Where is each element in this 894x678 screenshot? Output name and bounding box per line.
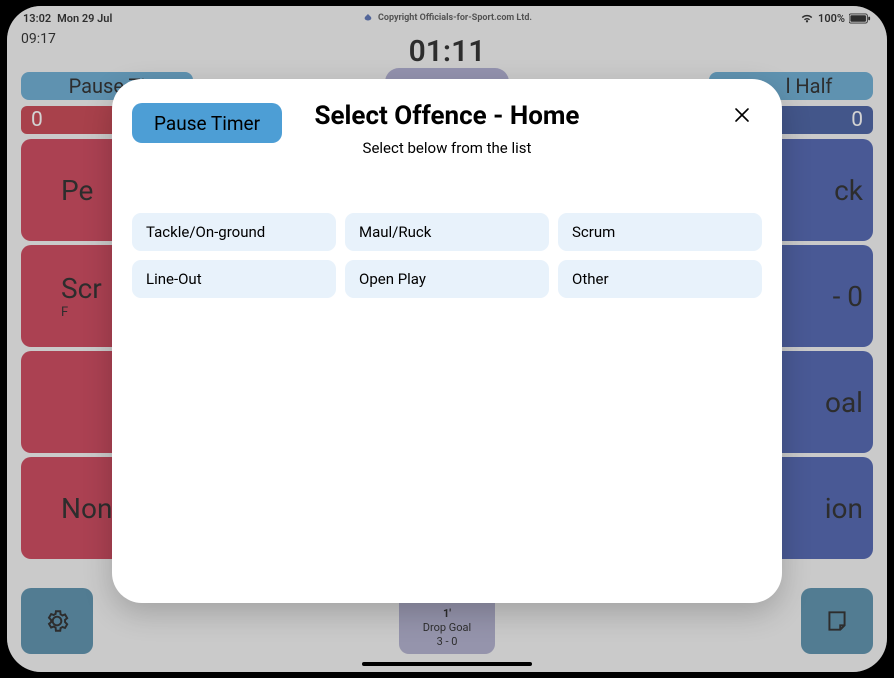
home-indicator[interactable]	[362, 662, 532, 666]
gear-icon	[44, 608, 70, 634]
secondary-clock: 09:17	[21, 31, 56, 47]
status-date: Mon 29 Jul	[57, 12, 112, 25]
last-event-minute: 1'	[443, 607, 451, 621]
last-event-score: 3 - 0	[437, 635, 458, 649]
select-offence-modal: Pause Timer Select Offence - Home Select…	[112, 79, 782, 603]
whistle-icon	[362, 13, 374, 23]
offence-option-maul-ruck[interactable]: Maul/Ruck	[345, 213, 549, 251]
modal-close-button[interactable]	[730, 103, 754, 127]
modal-pause-timer-button[interactable]: Pause Timer	[132, 103, 282, 143]
offence-option-tackle[interactable]: Tackle/On-ground	[132, 213, 336, 251]
note-icon	[824, 608, 850, 634]
offence-option-scrum[interactable]: Scrum	[558, 213, 762, 251]
offence-option-line-out[interactable]: Line-Out	[132, 260, 336, 298]
status-bar: 13:02 Mon 29 Jul Copyright Officials-for…	[7, 9, 887, 27]
battery-pct: 100%	[818, 12, 845, 25]
last-event-type: Drop Goal	[423, 621, 471, 635]
offence-option-other[interactable]: Other	[558, 260, 762, 298]
wifi-icon	[800, 13, 814, 24]
main-timer: 01:11	[409, 34, 486, 69]
offence-option-grid: Tackle/On-ground Maul/Ruck Scrum Line-Ou…	[132, 213, 762, 298]
notes-button[interactable]	[801, 588, 873, 654]
close-icon	[734, 107, 750, 123]
offence-option-open-play[interactable]: Open Play	[345, 260, 549, 298]
status-time: 13:02	[23, 12, 51, 25]
battery-icon	[849, 13, 871, 24]
settings-button[interactable]	[21, 588, 93, 654]
status-copyright-wrap: Copyright Officials-for-Sport.com Ltd.	[362, 13, 532, 23]
